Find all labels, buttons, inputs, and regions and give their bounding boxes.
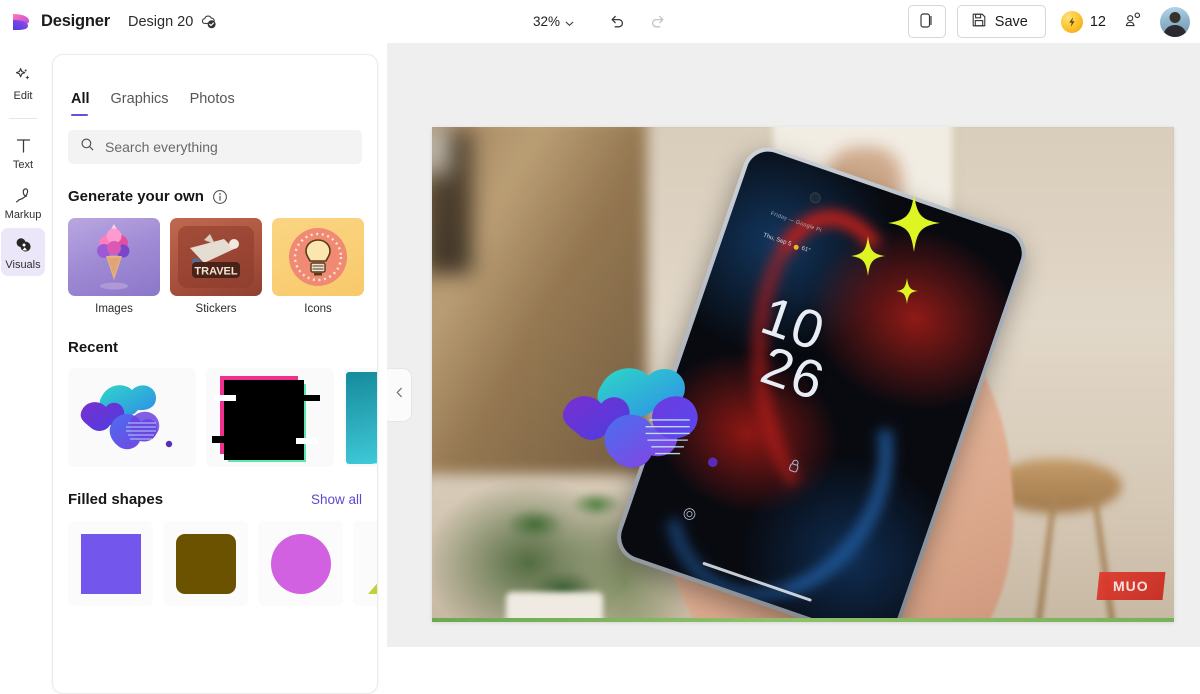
rail-item-markup[interactable]: Markup — [1, 178, 45, 226]
hand-holding-phone-photo: Friday — Google Pi Thu, Sep 5 61° 10 26 — [432, 127, 1174, 622]
avatar-head — [1169, 11, 1181, 23]
avatar-body — [1163, 24, 1187, 37]
show-all-link[interactable]: Show all — [311, 492, 362, 507]
chevron-down-icon — [564, 16, 575, 27]
rail-item-edit[interactable]: Edit — [1, 59, 45, 107]
recent-title: Recent — [68, 339, 119, 356]
sparkle-wand-icon — [13, 64, 34, 87]
rail-item-label: Edit — [13, 90, 33, 102]
search-icon — [80, 137, 95, 157]
generate-title-group: Generate your own — [68, 188, 228, 205]
tab-all[interactable]: All — [71, 91, 90, 116]
generate-card-images[interactable]: Images — [68, 218, 160, 315]
shape-circle[interactable] — [258, 521, 343, 606]
cyan-gradient-rectangle — [346, 372, 377, 464]
assets-panel: All Graphics Photos Generate your own — [52, 54, 378, 694]
travel-badge-thumbnail: TRAVEL — [170, 218, 262, 296]
top-toolbar: Designer Design 20 32% Save 12 — [0, 0, 1200, 43]
credits-count: 12 — [1089, 13, 1106, 30]
shelf-object — [432, 127, 450, 175]
rail-item-text[interactable]: Text — [1, 128, 45, 176]
panel-tabs: All Graphics Photos — [53, 55, 377, 116]
undo-button[interactable] — [600, 6, 632, 38]
gradient-blob-sticker[interactable] — [551, 345, 744, 508]
chevron-left-icon — [393, 386, 406, 404]
zoom-control[interactable]: 32% — [533, 0, 575, 43]
brand-name: Designer — [41, 12, 111, 30]
generate-card-stickers[interactable]: TRAVEL Stickers — [170, 218, 262, 315]
design-artboard[interactable]: Friday — Google Pi Thu, Sep 5 61° 10 26 — [432, 127, 1174, 622]
document-title: Design 20 — [128, 13, 194, 30]
device-preview-button[interactable] — [907, 5, 946, 38]
canvas-workspace[interactable]: Friday — Google Pi Thu, Sep 5 61° 10 26 — [387, 43, 1200, 647]
recent-item-cyan-gradient[interactable] — [344, 368, 377, 467]
info-circle-icon[interactable] — [212, 189, 228, 205]
redo-button[interactable] — [642, 6, 674, 38]
rail-item-label: Markup — [4, 209, 42, 221]
tab-graphics[interactable]: Graphics — [111, 91, 169, 116]
ice-cream-cone-thumbnail — [68, 218, 160, 296]
recent-item-black-square[interactable] — [206, 368, 334, 467]
left-tool-rail: Edit Text Markup Visuals — [0, 43, 46, 647]
shape-square[interactable] — [68, 521, 153, 606]
bottom-green-strip — [432, 618, 1174, 622]
generate-card-label: Icons — [304, 303, 332, 315]
history-controls — [600, 0, 674, 43]
sparkle-star-large[interactable] — [888, 193, 941, 252]
sparkle-star-medium[interactable] — [851, 235, 886, 276]
rail-divider — [9, 118, 37, 119]
weather-sun-icon — [793, 243, 800, 250]
collaborate-people-icon — [1123, 10, 1143, 33]
gradient-blob-graphic — [80, 385, 173, 450]
recent-section-header: Recent — [53, 339, 377, 356]
front-camera — [808, 189, 823, 204]
shape-triangle[interactable] — [353, 521, 377, 606]
shape-rounded-square[interactable] — [163, 521, 248, 606]
credits-badge[interactable]: 12 — [1057, 10, 1106, 33]
search-box[interactable] — [68, 130, 362, 164]
filled-shapes-header: Filled shapes Show all — [53, 491, 377, 508]
document-title-area[interactable]: Design 20 — [128, 13, 217, 30]
save-label: Save — [994, 13, 1028, 30]
text-t-icon — [13, 133, 34, 156]
filled-shapes-items — [53, 508, 377, 606]
generate-cards: Images TRAVEL Stickers Icons — [53, 205, 377, 315]
collapse-panel-button[interactable] — [387, 368, 412, 422]
designer-logo-icon — [10, 11, 32, 33]
generate-card-label: Images — [95, 303, 133, 315]
muo-watermark-text: MUO — [1113, 578, 1149, 594]
images-stack-icon — [13, 233, 34, 256]
lightning-bolt-icon — [1060, 10, 1083, 33]
recent-items — [53, 356, 377, 467]
share-button[interactable] — [1117, 6, 1149, 38]
top-right-actions: Save 12 — [907, 0, 1190, 43]
cloud-saved-icon — [200, 13, 217, 30]
device-preview-icon — [918, 12, 935, 32]
sparkle-star-small[interactable] — [895, 277, 918, 304]
generate-card-label: Stickers — [195, 303, 237, 315]
user-avatar[interactable] — [1160, 6, 1190, 37]
recent-item-blob[interactable] — [68, 368, 196, 467]
generate-title: Generate your own — [68, 188, 204, 205]
rail-item-label: Visuals — [5, 259, 41, 271]
filled-shapes-title: Filled shapes — [68, 491, 164, 508]
zoom-level: 32% — [533, 14, 561, 29]
floppy-disk-icon — [971, 12, 987, 31]
lightbulb-thumbnail — [272, 218, 364, 296]
svg-text:TRAVEL: TRAVEL — [194, 266, 237, 278]
tab-photos[interactable]: Photos — [190, 91, 235, 116]
black-square-offset-frame-graphic — [212, 376, 320, 462]
rail-item-visuals[interactable]: Visuals — [1, 228, 45, 276]
rail-item-label: Text — [12, 159, 34, 171]
generate-card-icons[interactable]: Icons — [272, 218, 364, 315]
search-input[interactable] — [105, 139, 350, 155]
generate-section-header: Generate your own — [53, 188, 377, 205]
pen-markup-icon — [13, 183, 34, 206]
muo-watermark: MUO — [1096, 572, 1166, 600]
brand-area[interactable]: Designer — [0, 11, 110, 33]
save-button[interactable]: Save — [956, 5, 1046, 38]
